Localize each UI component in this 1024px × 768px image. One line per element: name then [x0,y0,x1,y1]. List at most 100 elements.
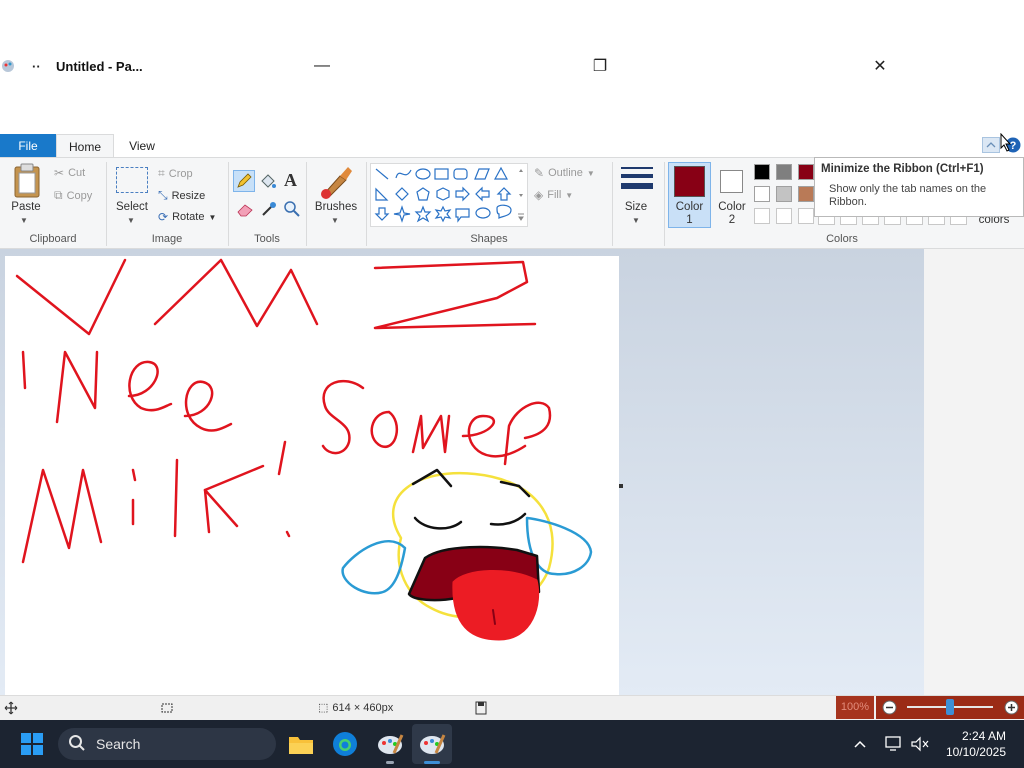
size-button[interactable]: Size [616,201,656,213]
text-tool-icon[interactable]: A [284,170,297,191]
color1-label-line1: Color [675,201,704,213]
zoom-percentage: 100% [836,696,874,719]
minimize-ribbon-button[interactable] [982,137,1000,153]
tab-file[interactable]: File [0,134,56,158]
image-group-label: Image [151,233,183,245]
color-picker-icon[interactable] [260,200,278,218]
size-dropdown-icon[interactable]: ▼ [632,216,640,225]
canvas-size-display: ⬚ 614 × 460px [318,701,394,715]
fill-icon: ◈ [534,188,544,202]
palette-swatch[interactable] [776,186,792,202]
rotate-icon: ⟳ [158,210,169,224]
colors-group-label: Colors [826,233,858,245]
shapes-gallery[interactable] [370,163,528,227]
brushes-button[interactable]: Brushes [312,201,360,213]
file-size-icon [474,701,488,715]
restore-button[interactable]: ❐ [580,52,620,80]
select-icon[interactable] [116,167,148,193]
rotate-dropdown-icon: ▼ [208,212,217,222]
fill-button[interactable]: ◈ Fill ▼ [534,188,573,202]
outline-button[interactable]: ✎ Outline ▼ [534,166,595,180]
paste-icon[interactable] [12,163,42,199]
clock[interactable]: 2:24 AM 10/10/2025 [930,728,1006,760]
shapes-group-label: Shapes [470,233,508,245]
active-app-indicator [424,761,440,764]
copy-button[interactable]: ⧉ Copy [54,188,92,203]
eraser-icon[interactable] [236,201,254,217]
outline-dropdown-icon: ▼ [586,168,595,178]
copy-label: Copy [66,189,93,202]
search-icon [68,734,86,755]
cut-label: Cut [68,167,86,179]
palette-swatch-empty[interactable] [798,208,814,224]
color2-label[interactable]: Color 2 [712,201,752,227]
select-button[interactable]: Select [112,201,152,213]
brushes-icon[interactable] [318,164,354,200]
selection-size-icon [160,701,174,715]
zoom-label: 100% [840,701,870,713]
tooltip-desc-line2: Ribbon. [829,196,867,208]
palette-swatch[interactable] [754,164,770,180]
rotate-button[interactable]: ⟳ Rotate ▼ [158,210,216,224]
fill-bucket-icon[interactable] [258,172,278,192]
tooltip-title: Minimize the Ribbon (Ctrl+F1) [821,163,984,175]
tab-home[interactable]: Home [56,134,114,158]
drawing-canvas[interactable] [5,256,619,695]
palette-swatch[interactable] [754,186,770,202]
paint-taskbar-icon-1[interactable] [376,731,404,757]
resize-button[interactable]: ⤡ Resize [158,188,205,203]
color1-swatch [674,166,705,197]
clipboard-group-label: Clipboard [29,233,77,245]
palette-swatch-empty[interactable] [754,208,770,224]
close-button[interactable]: ✕ [860,52,900,80]
color2-swatch[interactable] [720,170,743,193]
tools-group-label: Tools [254,233,280,245]
canvas-resize-handle[interactable] [619,484,623,488]
color-palette [754,164,816,228]
paste-button[interactable]: Paste [6,201,46,213]
color2-label-line2: 2 [728,214,736,226]
crop-button[interactable]: ⌗ Crop [158,166,193,181]
color1-label: Color 1 [668,201,711,227]
tooltip-desc-line1: Show only the tab names on the [829,183,987,195]
mouse-cursor-icon [1000,132,1014,153]
search-label: Search [96,736,141,752]
tooltip: Minimize the Ribbon (Ctrl+F1) Show only … [814,157,1024,217]
palette-swatch[interactable] [776,164,792,180]
cut-button[interactable]: ✂ Cut [54,166,85,180]
cursor-position-icon [4,701,18,715]
brushes-dropdown-icon[interactable]: ▼ [331,216,339,225]
edge-browser-icon[interactable] [332,731,358,757]
palette-swatch[interactable] [798,164,814,180]
resize-label: Resize [171,189,206,202]
canvas-size-label: 614 × 460px [332,701,394,714]
clock-time: 2:24 AM [961,729,1006,743]
tooltip-description: Show only the tab names on the Ribbon. [829,183,1017,209]
zoom-slider-thumb[interactable] [946,699,954,715]
paint-taskbar-icon-2[interactable] [412,724,452,764]
crop-icon: ⌗ [158,166,165,180]
outline-icon: ✎ [534,166,545,180]
magnifier-icon[interactable] [283,200,301,218]
paste-dropdown-icon[interactable]: ▼ [20,216,28,225]
taskbar-search[interactable]: Search [58,728,276,760]
volume-muted-icon[interactable] [910,735,930,753]
active-app-indicator [386,761,394,764]
select-dropdown-icon[interactable]: ▼ [127,216,135,225]
pencil-tool-icon[interactable] [233,170,255,192]
palette-swatch[interactable] [798,186,814,202]
zoom-in-icon[interactable] [1004,700,1019,715]
fill-dropdown-icon: ▼ [565,190,574,200]
network-icon[interactable] [884,735,904,753]
show-hidden-icons-icon[interactable] [852,736,868,752]
minimize-button[interactable]: — [302,52,342,80]
file-explorer-icon[interactable] [288,732,314,756]
crop-label: Crop [168,167,193,180]
tab-view[interactable]: View [118,134,166,158]
size-icon[interactable] [620,164,654,196]
zoom-out-icon[interactable] [882,700,897,715]
paint-app-icon[interactable] [0,58,16,74]
palette-swatch-empty[interactable] [776,208,792,224]
windows-start-icon[interactable] [20,732,44,756]
group-divider [306,162,307,246]
